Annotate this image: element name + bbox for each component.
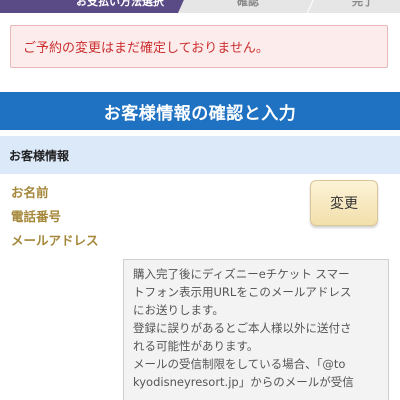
- notice-text: ご予約の変更はまだ確定しておりません。: [23, 41, 269, 56]
- step-2-label: 確認: [237, 0, 259, 8]
- change-button[interactable]: 変更: [310, 180, 378, 226]
- step-progress-bar: お支払い方法選択 確認 完了: [0, 0, 400, 13]
- step-3-label: 完了: [352, 0, 374, 8]
- step-2: 確認: [178, 0, 318, 13]
- name-label: お名前: [11, 185, 49, 200]
- email-info-box: 購入完了後にディズニーeチケット スマー トフォン表示用URLをこのメールアドレ…: [123, 259, 389, 400]
- section-title: お客様情報の確認と入力: [103, 103, 297, 124]
- step-current-label: お支払い方法選択: [76, 0, 164, 8]
- unconfirmed-notice: ご予約の変更はまだ確定しておりません。: [10, 25, 388, 68]
- page: お支払い方法選択 確認 完了 ご予約の変更はまだ確定しておりません。 お客様情報…: [0, 0, 400, 400]
- step-3: 完了: [308, 0, 400, 13]
- info-line: kyodisneyresort.jp」からのメールが受信: [133, 375, 354, 389]
- info-line: 登録に誤りがあるとご本人様以外に送付さ: [133, 321, 352, 335]
- change-button-label: 変更: [330, 196, 358, 212]
- customer-info-title: お客様情報: [9, 148, 70, 163]
- step-current: お支払い方法選択: [0, 0, 198, 13]
- info-line: にお送りします。: [133, 303, 224, 317]
- phone-label: 電話番号: [11, 209, 62, 224]
- section-header: お客様情報の確認と入力: [0, 92, 400, 130]
- info-line: 購入完了後にディズニーeチケット スマー: [133, 267, 350, 281]
- email-label: メールアドレス: [11, 233, 99, 248]
- info-line: メールの受信制限をしている場合、「@to: [133, 357, 346, 371]
- customer-info-header: お客様情報: [0, 136, 400, 174]
- info-line: トフォン表示用URLをこのメールアドレス: [133, 285, 352, 299]
- info-line: れる可能性があります。: [133, 339, 259, 353]
